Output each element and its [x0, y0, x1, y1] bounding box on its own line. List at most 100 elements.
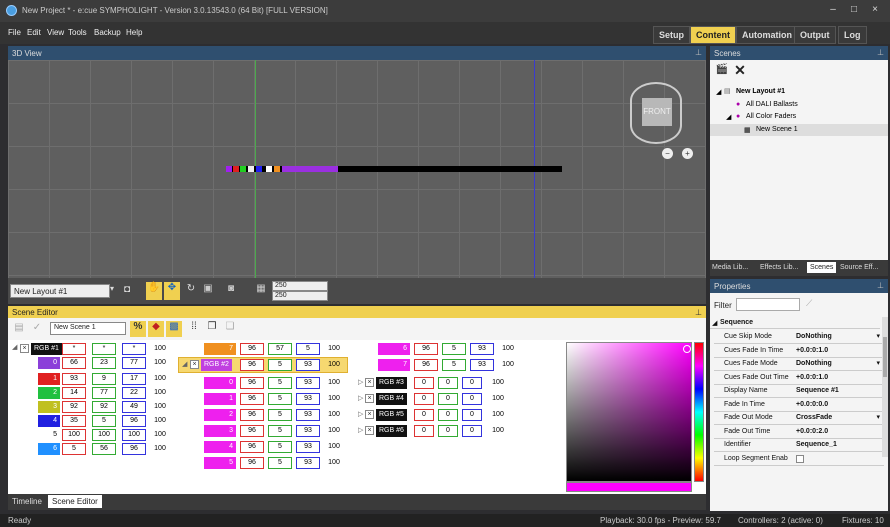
intensity-value[interactable]: 100	[148, 387, 172, 399]
blue-value[interactable]: 17	[122, 373, 146, 385]
zoom-in-icon[interactable]: +	[682, 148, 693, 159]
property-row[interactable]: Cues Fade Mode DoNothing ▾	[714, 358, 884, 371]
rgb-group-label[interactable]: RGB #6	[376, 425, 407, 437]
rgb-group-label[interactable]: RGB #4	[376, 393, 407, 405]
green-value[interactable]: 5	[92, 415, 116, 427]
scene-name-input[interactable]: New Scene 1	[50, 322, 126, 335]
red-value[interactable]: 93	[62, 373, 86, 385]
red-value[interactable]: 96	[240, 377, 264, 389]
menu-backup[interactable]: Backup	[94, 28, 121, 37]
rgb-group-label[interactable]: RGB #2	[201, 359, 232, 371]
tree-layout[interactable]: New Layout #1	[736, 88, 785, 95]
intensity-value[interactable]: 100	[486, 393, 510, 405]
blue-value[interactable]: 0	[462, 409, 482, 421]
blue-value[interactable]: 93	[470, 359, 494, 371]
green-value[interactable]: 5	[442, 359, 466, 371]
green-value[interactable]: 5	[268, 393, 292, 405]
property-row[interactable]: Cue Skip Mode DoNothing ▾	[714, 331, 884, 344]
scrollbar-thumb[interactable]	[883, 337, 887, 377]
expand-triangle-icon[interactable]: ▷	[358, 394, 363, 402]
expand-triangle-icon[interactable]: ▷	[358, 410, 363, 418]
green-value[interactable]: 5	[268, 359, 292, 371]
property-value[interactable]: DoNothing	[796, 333, 832, 340]
rgb-group-label[interactable]: RGB #1	[31, 343, 62, 355]
intensity-value[interactable]: 100	[322, 425, 346, 437]
save-icon[interactable]: ▤	[12, 322, 26, 336]
select-mode-icon[interactable]: ◘	[120, 284, 134, 298]
green-value[interactable]: 5	[268, 377, 292, 389]
tab-effects-lib[interactable]: Effects Lib...	[760, 264, 798, 271]
property-row[interactable]: Fade Out Time +0.0:0:2.0	[714, 426, 884, 439]
remove-icon[interactable]: ×	[20, 344, 29, 353]
copy-icon[interactable]: ❐	[204, 321, 220, 337]
red-value[interactable]: 96	[240, 393, 264, 405]
property-value[interactable]: +0.0:0:1.0	[796, 374, 828, 381]
blue-value[interactable]: 96	[122, 443, 146, 455]
dots-grid-icon[interactable]: ⁞⁞	[186, 321, 202, 337]
green-value[interactable]: 5	[268, 457, 292, 469]
blue-value[interactable]: 100	[122, 429, 146, 441]
intensity-value[interactable]: 100	[486, 409, 510, 421]
red-value[interactable]: 96	[240, 457, 264, 469]
section-triangle-icon[interactable]: ◢	[712, 319, 717, 327]
collapse-triangle-icon[interactable]: ◢	[12, 343, 17, 351]
property-row[interactable]: Cues Fade In Time +0.0:0:1.0	[714, 345, 884, 358]
paste-icon[interactable]: ❏	[222, 321, 238, 337]
dropdown-arrow-icon[interactable]: ▾	[876, 332, 880, 340]
camera-icon[interactable]: ◙	[224, 283, 238, 299]
pin-icon[interactable]: ⊥	[695, 308, 702, 317]
blue-value[interactable]: 0	[462, 425, 482, 437]
property-value[interactable]: DoNothing	[796, 360, 832, 367]
expand-triangle-icon[interactable]: ▷	[358, 378, 363, 386]
intensity-value[interactable]: 100	[322, 359, 346, 371]
blue-value[interactable]: 77	[122, 357, 146, 369]
remove-icon[interactable]: ×	[190, 360, 199, 369]
green-value[interactable]: 23	[92, 357, 116, 369]
filter-input[interactable]	[736, 298, 800, 311]
zoom-out-icon[interactable]: −	[662, 148, 673, 159]
grid-icon[interactable]: ▦	[254, 283, 268, 299]
property-row[interactable]: Fade Out Mode CrossFade ▾	[714, 412, 884, 425]
menu-help[interactable]: Help	[126, 28, 142, 37]
tree-expand-icon[interactable]: ◢	[726, 113, 731, 121]
tab-content[interactable]: Content	[690, 26, 736, 44]
pin-icon[interactable]: ⊥	[877, 281, 884, 290]
rgb-group-label[interactable]: RGB #3	[376, 377, 407, 389]
property-value[interactable]: Sequence #1	[796, 387, 839, 394]
red-value[interactable]: 96	[240, 359, 264, 371]
red-value[interactable]: 100	[62, 429, 86, 441]
blue-value[interactable]: 22	[122, 387, 146, 399]
green-value[interactable]: 5	[268, 425, 292, 437]
size-x-input[interactable]: 250	[272, 281, 328, 291]
blue-value[interactable]: *	[122, 343, 146, 355]
red-value[interactable]: 0	[414, 425, 434, 437]
red-value[interactable]: 96	[240, 441, 264, 453]
property-row[interactable]: Display Name Sequence #1	[714, 385, 884, 398]
scrollbar[interactable]	[882, 317, 888, 457]
property-row[interactable]: Identifier Sequence_1	[714, 439, 884, 452]
percent-icon[interactable]: %	[130, 321, 146, 337]
green-value[interactable]: 9	[92, 373, 116, 385]
blue-value[interactable]: 93	[296, 393, 320, 405]
blue-value[interactable]: 93	[296, 377, 320, 389]
property-row[interactable]: Cues Fade Out Time +0.0:0:1.0	[714, 372, 884, 385]
tab-scenes[interactable]: Scenes	[807, 262, 837, 273]
menu-file[interactable]: File	[8, 28, 21, 37]
intensity-value[interactable]: 100	[486, 377, 510, 389]
green-value[interactable]: 57	[268, 343, 292, 355]
intensity-value[interactable]: 100	[148, 373, 172, 385]
blue-value[interactable]: 93	[296, 457, 320, 469]
tab-output[interactable]: Output	[794, 26, 836, 44]
check-icon[interactable]: ✓	[30, 322, 44, 336]
color-picker-field[interactable]	[566, 342, 692, 482]
close-icon[interactable]: ×	[868, 4, 882, 15]
rgb-group-label[interactable]: RGB #5	[376, 409, 407, 421]
green-value[interactable]: 77	[92, 387, 116, 399]
tab-scene-editor[interactable]: Scene Editor	[48, 495, 102, 508]
intensity-value[interactable]: 100	[148, 415, 172, 427]
green-value[interactable]: 92	[92, 401, 116, 413]
red-value[interactable]: 0	[414, 409, 434, 421]
green-value[interactable]: 5	[268, 441, 292, 453]
intensity-value[interactable]: 100	[148, 343, 172, 355]
chevron-down-icon[interactable]: ▾	[110, 284, 114, 293]
